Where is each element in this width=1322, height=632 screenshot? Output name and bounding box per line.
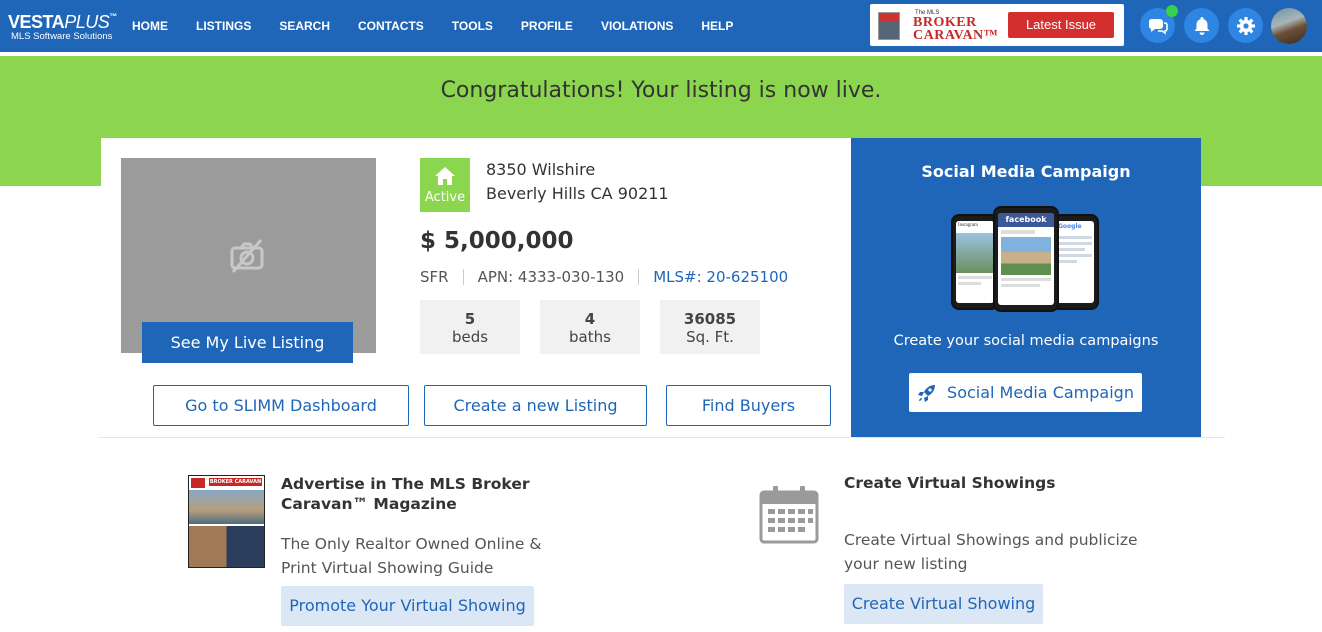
nav-tools[interactable]: TOOLS xyxy=(452,19,493,33)
create-virtual-showing-button[interactable]: Create Virtual Showing xyxy=(844,584,1043,624)
meta-divider xyxy=(638,269,640,285)
nav-search[interactable]: SEARCH xyxy=(279,19,330,33)
baths-unit: baths xyxy=(569,328,611,346)
property-type: SFR xyxy=(420,268,449,286)
beds-value: 5 xyxy=(464,310,476,328)
social-media-panel: Social Media Campaign Instagram Google f… xyxy=(851,138,1201,438)
section-divider xyxy=(98,437,1225,438)
main-menu: HOME LISTINGS SEARCH CONTACTS TOOLS PROF… xyxy=(132,0,761,52)
facebook-label: facebook xyxy=(998,213,1054,227)
instagram-phone-image: Instagram xyxy=(951,214,999,310)
apn-number: APN: 4333-030-130 xyxy=(477,268,625,286)
nav-contacts[interactable]: CONTACTS xyxy=(358,19,424,33)
social-panel-title: Social Media Campaign xyxy=(921,162,1131,181)
beds-stat: 5 beds xyxy=(420,300,520,354)
virtual-showings-title: Create Virtual Showings xyxy=(844,474,1056,492)
virtual-showings-description: Create Virtual Showings and publicize yo… xyxy=(844,531,1138,573)
vestaplus-logo[interactable]: VESTAPLUS™ MLS Software Solutions xyxy=(8,13,117,42)
top-navbar: VESTAPLUS™ MLS Software Solutions HOME L… xyxy=(0,0,1322,52)
home-icon xyxy=(435,167,455,185)
sqft-stat: 36085 Sq. Ft. xyxy=(660,300,760,354)
google-label: Google xyxy=(1058,223,1082,230)
latest-issue-button[interactable]: Latest Issue xyxy=(1008,12,1114,38)
listing-price: $ 5,000,000 xyxy=(420,228,574,254)
nav-home[interactable]: HOME xyxy=(132,19,168,33)
magazine-cover-image: BROKER CARAVAN xyxy=(188,475,265,568)
listing-card: See My Live Listing Active 8350 Wilshire… xyxy=(101,138,851,438)
beds-unit: beds xyxy=(451,328,489,346)
see-live-listing-button[interactable]: See My Live Listing xyxy=(142,322,353,363)
mls-number-link[interactable]: MLS#: 20-625100 xyxy=(653,268,788,286)
find-buyers-button[interactable]: Find Buyers xyxy=(666,385,831,426)
success-message: Congratulations! Your listing is now liv… xyxy=(440,78,882,103)
gear-icon[interactable] xyxy=(1228,8,1263,43)
rocket-icon xyxy=(918,384,936,402)
phones-illustration: Instagram Google facebook xyxy=(951,206,1101,312)
broker-caravan-logo: The MLS BROKER CARAVAN™ xyxy=(878,8,1008,43)
bell-icon[interactable] xyxy=(1184,8,1219,43)
status-label: Active xyxy=(424,190,466,205)
facebook-phone-image: facebook xyxy=(993,206,1059,312)
online-status-dot xyxy=(1166,5,1178,17)
social-button-label: Social Media Campaign xyxy=(947,383,1134,402)
nav-help[interactable]: HELP xyxy=(701,19,733,33)
broker-caravan-promo[interactable]: The MLS BROKER CARAVAN™ Latest Issue xyxy=(870,4,1124,46)
social-description: Create your social media campaigns xyxy=(893,333,1159,349)
magazine-thumbnail-icon xyxy=(878,12,900,40)
baths-value: 4 xyxy=(584,310,596,328)
address-line2: Beverly Hills CA 90211 xyxy=(486,184,669,203)
status-badge: Active xyxy=(420,158,470,212)
no-photo-camera-icon xyxy=(230,239,264,273)
logo-subtitle: MLS Software Solutions xyxy=(11,31,113,42)
address-line1: 8350 Wilshire xyxy=(486,160,596,179)
logo-text-plus: PLUS xyxy=(64,12,110,32)
nav-listings[interactable]: LISTINGS xyxy=(196,19,251,33)
advertise-description: The Only Realtor Owned Online & Print Vi… xyxy=(281,535,542,577)
sqft-unit: Sq. Ft. xyxy=(686,328,734,346)
baths-stat: 4 baths xyxy=(540,300,640,354)
meta-divider xyxy=(462,269,464,285)
caravan-caravan-text: CARAVAN™ xyxy=(913,28,999,43)
nav-violations[interactable]: VIOLATIONS xyxy=(601,19,673,33)
advertise-title: Advertise in The MLS Broker Caravan™ Mag… xyxy=(281,475,530,513)
social-media-campaign-button[interactable]: Social Media Campaign xyxy=(909,373,1142,412)
magazine-cover-title: BROKER CARAVAN xyxy=(209,478,262,486)
logo-text-vesta: VESTA xyxy=(8,12,65,32)
calendar-icon xyxy=(759,486,819,544)
user-avatar[interactable] xyxy=(1271,8,1307,44)
logo-tm: ™ xyxy=(109,12,117,21)
instagram-label: Instagram xyxy=(956,221,994,233)
promote-virtual-showing-button[interactable]: Promote Your Virtual Showing xyxy=(281,586,534,626)
slimm-dashboard-button[interactable]: Go to SLIMM Dashboard xyxy=(153,385,409,426)
listing-meta: SFR APN: 4333-030-130 MLS#: 20-625100 xyxy=(420,268,788,286)
sqft-value: 36085 xyxy=(683,310,737,328)
nav-profile[interactable]: PROFILE xyxy=(521,19,573,33)
create-new-listing-button[interactable]: Create a new Listing xyxy=(424,385,647,426)
